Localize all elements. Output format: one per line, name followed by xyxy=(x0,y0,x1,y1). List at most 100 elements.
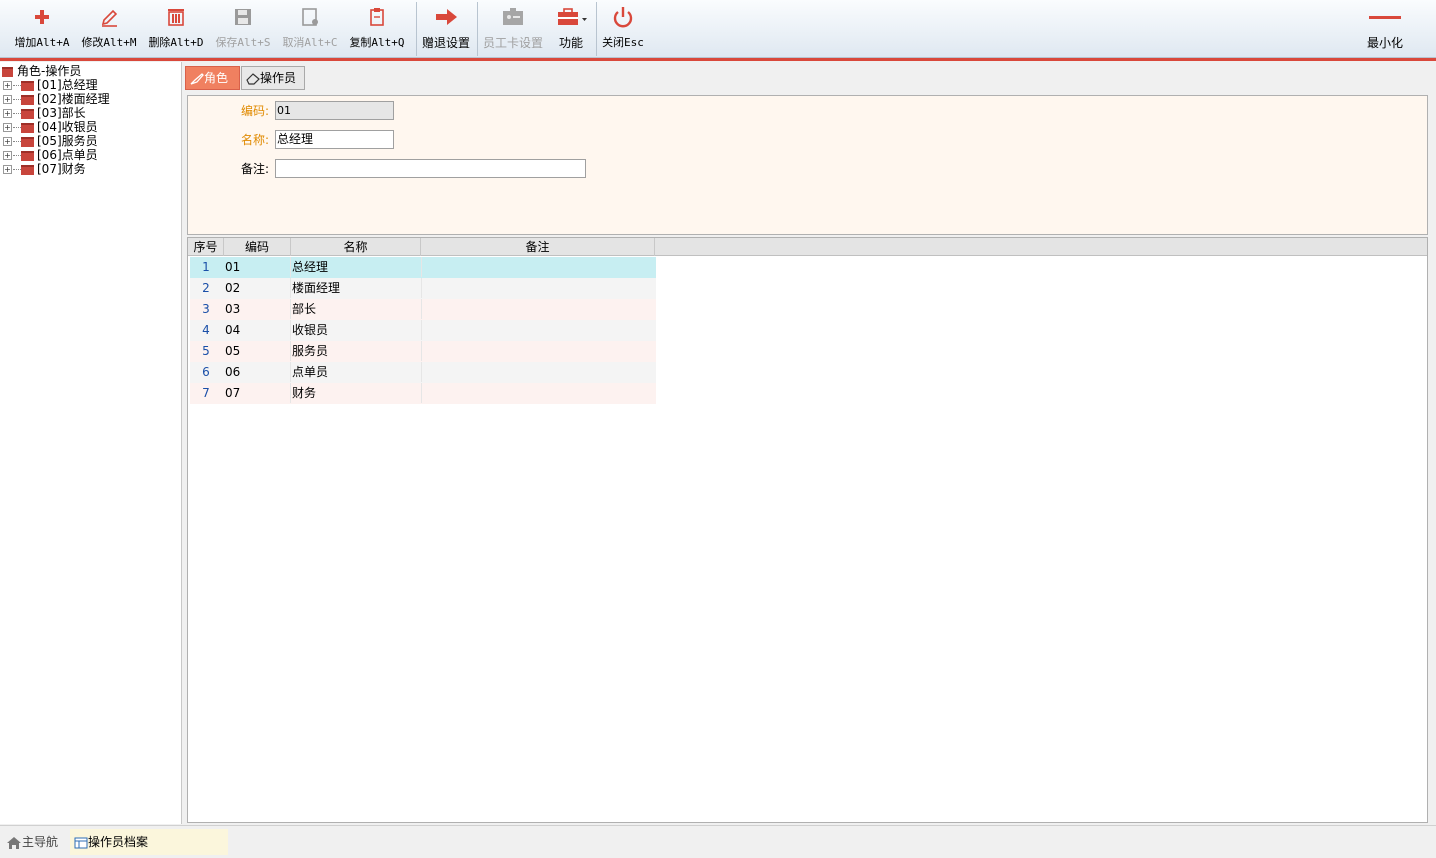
tab-operator-label: 操作员 xyxy=(260,71,297,85)
toolbar: 增加Alt+A 修改Alt+M 删除Alt+D 保存Alt+S 取消Alt+C xyxy=(0,0,1436,58)
table-row[interactable]: 1 01 总经理 xyxy=(190,257,656,278)
row-no: 6 xyxy=(202,365,210,379)
table-row[interactable]: 4 04 收银员 xyxy=(190,320,656,341)
tab-main-navigation-label: 主导航 xyxy=(22,835,59,849)
plus-icon xyxy=(35,10,49,24)
row-code: 06 xyxy=(225,365,241,379)
folder-icon xyxy=(21,122,34,133)
tree-root-label: 角色-操作员 xyxy=(17,64,82,78)
table-row[interactable]: 6 06 点单员 xyxy=(190,362,656,383)
tree-item-label: [02]楼面经理 xyxy=(37,92,110,106)
row-no: 4 xyxy=(202,323,210,337)
pencil-icon xyxy=(101,9,118,27)
tree-item[interactable]: + [05]服务员 xyxy=(3,134,98,148)
copy-button[interactable]: 复制Alt+Q xyxy=(345,4,409,54)
tree-item-label: [06]点单员 xyxy=(37,148,98,162)
name-field[interactable]: 总经理 xyxy=(275,130,394,149)
row-note xyxy=(421,257,655,277)
tree-item-label: [07]财务 xyxy=(37,162,86,176)
expand-icon[interactable]: + xyxy=(3,95,12,104)
id-card-icon xyxy=(503,8,523,25)
row-note xyxy=(421,362,655,382)
cancel-button[interactable]: 取消Alt+C xyxy=(278,4,342,54)
expand-icon[interactable]: + xyxy=(3,137,12,146)
tree-item-label: [05]服务员 xyxy=(37,134,98,148)
role-tree[interactable]: 角色-操作员 + [01]总经理 + [02]楼面经理 + [03]部长 + [04]收… xyxy=(0,62,182,824)
save-label: 保存Alt+S xyxy=(215,36,271,49)
functions-dropdown[interactable]: 功能 xyxy=(550,4,592,54)
folder-icon xyxy=(21,80,34,91)
tree-item[interactable]: + [01]总经理 xyxy=(3,78,98,92)
row-note xyxy=(421,320,655,340)
close-label: 关闭Esc xyxy=(602,36,644,49)
save-button[interactable]: 保存Alt+S xyxy=(211,4,275,54)
tree-item[interactable]: + [04]收银员 xyxy=(3,120,98,134)
grid-header: 序号 编码 名称 备注 xyxy=(188,238,1427,256)
role-form: 编码: 01 名称: 总经理 备注: xyxy=(187,95,1428,235)
folder-icon xyxy=(21,150,34,161)
minimize-button[interactable]: 最小化 xyxy=(1362,4,1408,54)
tree-item[interactable]: + [02]楼面经理 xyxy=(3,92,110,106)
close-button[interactable]: 关闭Esc xyxy=(599,4,647,54)
table-row[interactable]: 2 02 楼面经理 xyxy=(190,278,656,299)
note-field[interactable] xyxy=(275,159,586,178)
row-no: 7 xyxy=(202,386,210,400)
row-note xyxy=(421,278,655,298)
eraser-icon xyxy=(246,72,260,85)
expand-icon[interactable]: + xyxy=(3,123,12,132)
cancel-doc-icon xyxy=(302,8,318,26)
table-row[interactable]: 3 03 部长 xyxy=(190,299,656,320)
row-name: 收银员 xyxy=(290,320,420,340)
header-no[interactable]: 序号 xyxy=(188,238,224,256)
copy-label: 复制Alt+Q xyxy=(349,36,405,49)
row-code: 07 xyxy=(225,386,241,400)
row-code: 01 xyxy=(225,260,241,274)
row-note xyxy=(421,341,655,361)
expand-icon[interactable]: + xyxy=(3,109,12,118)
toolbox-icon xyxy=(558,8,587,25)
header-name[interactable]: 名称 xyxy=(291,238,421,256)
edit-button[interactable]: 修改Alt+M xyxy=(77,4,141,54)
code-field[interactable]: 01 xyxy=(275,101,394,120)
tree-root[interactable]: 角色-操作员 xyxy=(2,64,81,78)
delete-button[interactable]: 删除Alt+D xyxy=(144,4,208,54)
tree-item-label: [03]部长 xyxy=(37,106,86,120)
add-button[interactable]: 增加Alt+A xyxy=(10,4,74,54)
minimize-label: 最小化 xyxy=(1366,36,1403,50)
delete-label: 删除Alt+D xyxy=(148,36,204,49)
row-note xyxy=(421,299,655,319)
tab-operator-archive[interactable]: 操作员档案 xyxy=(70,829,228,855)
header-note[interactable]: 备注 xyxy=(421,238,655,256)
trash-icon xyxy=(168,9,184,26)
tab-main-navigation[interactable]: 主导航 xyxy=(2,829,68,855)
row-name: 楼面经理 xyxy=(290,278,420,298)
row-note xyxy=(421,383,655,403)
expand-icon[interactable]: + xyxy=(3,81,12,90)
employee-card-settings-button[interactable]: 员工卡设置 xyxy=(480,4,546,54)
floppy-icon xyxy=(235,9,251,25)
clipboard-icon xyxy=(370,8,384,26)
header-code[interactable]: 编码 xyxy=(224,238,291,256)
name-label: 名称: xyxy=(241,133,270,147)
expand-icon[interactable]: + xyxy=(3,165,12,174)
edit-label: 修改Alt+M xyxy=(81,36,137,49)
table-row[interactable]: 7 07 财务 xyxy=(190,383,656,404)
gift-return-settings-button[interactable]: 赠退设置 xyxy=(419,4,473,54)
table-row[interactable]: 5 05 服务员 xyxy=(190,341,656,362)
row-name: 部长 xyxy=(290,299,420,319)
row-no: 1 xyxy=(202,260,210,274)
folder-icon xyxy=(21,94,34,105)
home-icon xyxy=(7,836,21,849)
tree-item[interactable]: + [07]财务 xyxy=(3,162,86,176)
tab-role[interactable]: 角色 xyxy=(185,66,240,90)
role-grid[interactable]: 序号 编码 名称 备注 1 01 总经理 2 02 楼面经理 3 03 部长 4… xyxy=(187,237,1428,823)
tab-operator-archive-label: 操作员档案 xyxy=(88,835,149,849)
tree-item[interactable]: + [06]点单员 xyxy=(3,148,98,162)
main-panel: 角色 操作员 编码: 01 名称: 总经理 备注: 序号 编码 名称 备注 1 … xyxy=(184,62,1436,824)
tree-item[interactable]: + [03]部长 xyxy=(3,106,86,120)
row-code: 04 xyxy=(225,323,241,337)
expand-icon[interactable]: + xyxy=(3,151,12,160)
power-icon xyxy=(613,7,633,28)
folder-icon xyxy=(2,66,13,77)
tab-operator[interactable]: 操作员 xyxy=(241,66,305,90)
